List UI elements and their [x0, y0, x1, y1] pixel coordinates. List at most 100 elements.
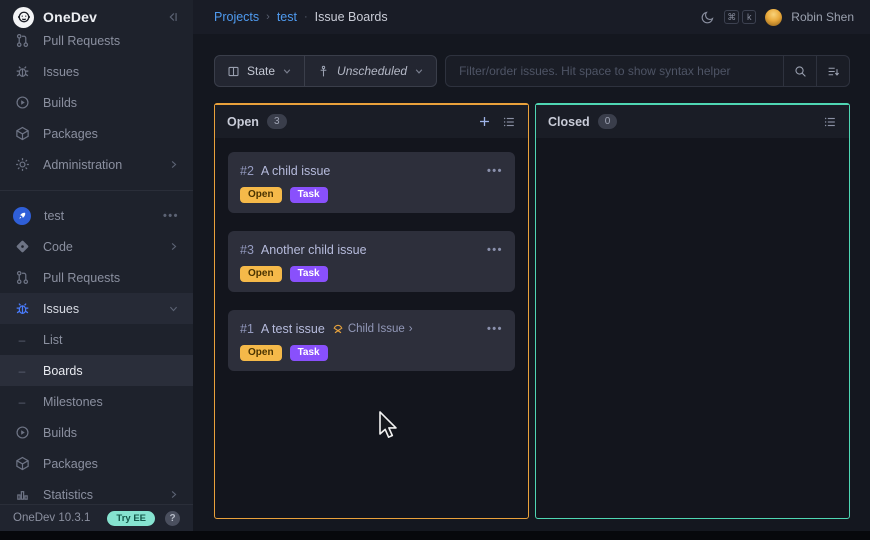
- chevron-right-icon: [168, 159, 179, 170]
- column-menu-icon[interactable]: [823, 115, 837, 129]
- package-icon: [14, 126, 30, 142]
- sidebar-divider: [0, 190, 193, 191]
- issue-title[interactable]: A child issue: [261, 164, 330, 178]
- issue-card-1[interactable]: #1 A test issue Child Issue ›: [228, 310, 515, 371]
- sidebar-nav: Pull Requests Issues Builds: [0, 25, 193, 531]
- state-badge-open: Open: [240, 345, 282, 361]
- sort-order-icon[interactable]: [816, 56, 849, 86]
- sidebar-item-label: Packages: [43, 457, 98, 471]
- sidebar-item-label: Builds: [43, 426, 77, 440]
- milestone-label: Unscheduled: [337, 64, 407, 78]
- dark-mode-moon-icon[interactable]: [701, 10, 715, 24]
- issue-title[interactable]: Another child issue: [261, 243, 367, 257]
- project-avatar-rocket-icon: [13, 207, 31, 225]
- sidebar-item-label: Code: [43, 240, 73, 254]
- sub-item-dash: –: [14, 333, 30, 347]
- topbar-right: ⌘ k Robin Shen: [701, 9, 854, 26]
- user-avatar[interactable]: [765, 9, 782, 26]
- sidebar-item-label: Builds: [43, 96, 77, 110]
- issue-number: #1: [240, 322, 254, 336]
- page-title: Issue Boards: [315, 10, 388, 24]
- sidebar-project-test[interactable]: test •••: [0, 200, 193, 231]
- badge-row: Open Task: [240, 266, 503, 282]
- sub-item-dash: –: [14, 395, 30, 409]
- milestone-dropdown-button[interactable]: Unscheduled: [304, 56, 436, 86]
- column-actions: [478, 115, 516, 129]
- issue-title[interactable]: A test issue: [261, 322, 325, 336]
- help-icon[interactable]: ?: [165, 511, 180, 526]
- state-dropdown-button[interactable]: State: [215, 56, 304, 86]
- pull-request-icon: [14, 33, 30, 49]
- column-count-badge: 0: [598, 114, 618, 129]
- sidebar-item-issues-milestones[interactable]: – Milestones: [0, 386, 193, 417]
- type-badge-task: Task: [290, 345, 328, 361]
- topbar: Projects › test · Issue Boards ⌘ k Robin…: [193, 0, 870, 34]
- cmd-key: ⌘: [724, 10, 739, 24]
- sidebar-item-packages[interactable]: Packages: [0, 118, 193, 149]
- state-label: State: [247, 64, 275, 78]
- search-icon[interactable]: [783, 56, 816, 86]
- add-issue-icon[interactable]: [478, 115, 491, 128]
- child-issue-icon: [332, 323, 344, 335]
- sidebar-item-label: Pull Requests: [43, 34, 120, 48]
- sidebar-item-label: Packages: [43, 127, 98, 141]
- sidebar-item-issues[interactable]: Issues: [0, 56, 193, 87]
- project-name: test: [44, 209, 64, 223]
- sidebar-item-issues-list[interactable]: – List: [0, 324, 193, 355]
- try-ee-badge[interactable]: Try EE: [107, 511, 155, 526]
- sidebar-collapse-icon[interactable]: [166, 10, 180, 24]
- sidebar-item-label: Issues: [43, 65, 79, 79]
- board-column-open: Open 3: [214, 103, 529, 519]
- board-filter-button-group: State Unscheduled: [214, 55, 437, 87]
- card-menu-icon[interactable]: •••: [487, 323, 503, 335]
- child-issue-link[interactable]: Child Issue ›: [332, 323, 413, 335]
- board-column-closed: Closed 0: [535, 103, 850, 519]
- stats-icon: [14, 487, 30, 503]
- main-content: State Unscheduled: [193, 34, 870, 531]
- sidebar-item-project-builds[interactable]: Builds: [0, 417, 193, 448]
- sidebar-item-label: List: [43, 333, 62, 347]
- sidebar-item-label: Issues: [43, 302, 79, 316]
- chevron-down-icon: [282, 66, 292, 76]
- chevron-right-icon: [168, 489, 179, 500]
- breadcrumb-projects-link[interactable]: Projects: [214, 10, 259, 24]
- breadcrumb-project-link[interactable]: test: [277, 10, 297, 24]
- sidebar-item-project-issues[interactable]: Issues: [0, 293, 193, 324]
- sidebar-item-code[interactable]: Code: [0, 231, 193, 262]
- card-menu-icon[interactable]: •••: [487, 165, 503, 177]
- sidebar-item-builds[interactable]: Builds: [0, 87, 193, 118]
- issue-card-2[interactable]: #2 A child issue ••• Open Task: [228, 152, 515, 213]
- board-column-icon: [227, 65, 240, 78]
- sidebar-item-label: Statistics: [43, 488, 93, 502]
- project-menu-icon[interactable]: •••: [163, 210, 179, 222]
- sidebar-item-administration[interactable]: Administration: [0, 149, 193, 180]
- app-window: OneDev Pull Requests: [0, 0, 870, 531]
- type-badge-task: Task: [290, 187, 328, 203]
- state-badge-open: Open: [240, 266, 282, 282]
- card-list-empty: [536, 138, 849, 166]
- sidebar-footer: OneDev 10.3.1 Try EE ?: [0, 504, 193, 531]
- issue-card-3[interactable]: #3 Another child issue ••• Open Task: [228, 231, 515, 292]
- badge-row: Open Task: [240, 345, 503, 361]
- card-menu-icon[interactable]: •••: [487, 244, 503, 256]
- column-menu-icon[interactable]: [502, 115, 516, 129]
- sub-item-dash: –: [14, 364, 30, 378]
- user-name[interactable]: Robin Shen: [791, 10, 854, 24]
- state-badge-open: Open: [240, 187, 282, 203]
- brand-name: OneDev: [43, 9, 97, 25]
- filter-input[interactable]: [446, 56, 783, 86]
- milestone-icon: [317, 65, 330, 78]
- sidebar-item-project-pull-requests[interactable]: Pull Requests: [0, 262, 193, 293]
- breadcrumb-separator: ›: [266, 11, 270, 23]
- right-pane: Projects › test · Issue Boards ⌘ k Robin…: [193, 0, 870, 531]
- breadcrumb: Projects › test · Issue Boards: [214, 10, 388, 24]
- sidebar-item-project-packages[interactable]: Packages: [0, 448, 193, 479]
- sidebar-item-label: Pull Requests: [43, 271, 120, 285]
- sidebar-item-pull-requests[interactable]: Pull Requests: [0, 25, 193, 56]
- k-key: k: [742, 10, 756, 24]
- package-icon: [14, 456, 30, 472]
- sidebar: OneDev Pull Requests: [0, 0, 193, 531]
- column-header: Open 3: [215, 105, 528, 138]
- sidebar-item-issues-boards[interactable]: – Boards: [0, 355, 193, 386]
- bug-icon: [14, 301, 30, 317]
